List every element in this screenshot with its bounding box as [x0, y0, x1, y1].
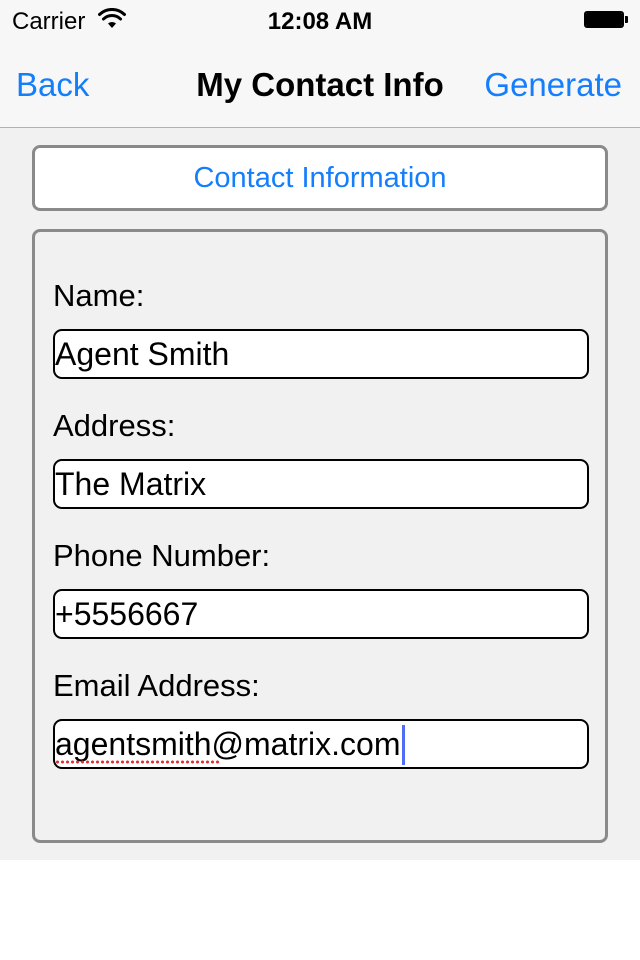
email-address-field-value: agentsmith@matrix.com [55, 726, 401, 762]
address-label: Address: [53, 408, 176, 443]
text-cursor [402, 724, 406, 765]
battery-full-icon [584, 11, 628, 28]
navigation-bar: Back My Contact Info Generate [0, 40, 640, 128]
back-button[interactable]: Back [16, 66, 89, 104]
contact-form-panel: Name: Agent Smith Address: The Matrix Ph… [32, 229, 608, 843]
generate-button[interactable]: Generate [484, 66, 622, 104]
phone-number-label: Phone Number: [53, 538, 271, 573]
status-time: 12:08 AM [267, 8, 373, 35]
phone-number-field-value: +5556667 [55, 596, 199, 632]
address-field-value: The Matrix [55, 466, 207, 502]
address-field[interactable]: The Matrix [53, 459, 589, 509]
name-label: Name: [53, 278, 145, 313]
email-address-field[interactable]: agentsmith@matrix.com [53, 719, 589, 769]
phone-number-field[interactable]: +5556667 [53, 589, 589, 639]
content-area: Contact Information Name: Agent Smith Ad… [0, 128, 640, 860]
email-address-label: Email Address: [53, 668, 260, 703]
contact-information-button[interactable]: Contact Information [32, 145, 608, 211]
spellcheck-underline [55, 760, 221, 764]
status-bar: Carrier 12:08 AM [0, 0, 640, 40]
name-field-value: Agent Smith [55, 336, 230, 372]
name-field[interactable]: Agent Smith [53, 329, 589, 379]
